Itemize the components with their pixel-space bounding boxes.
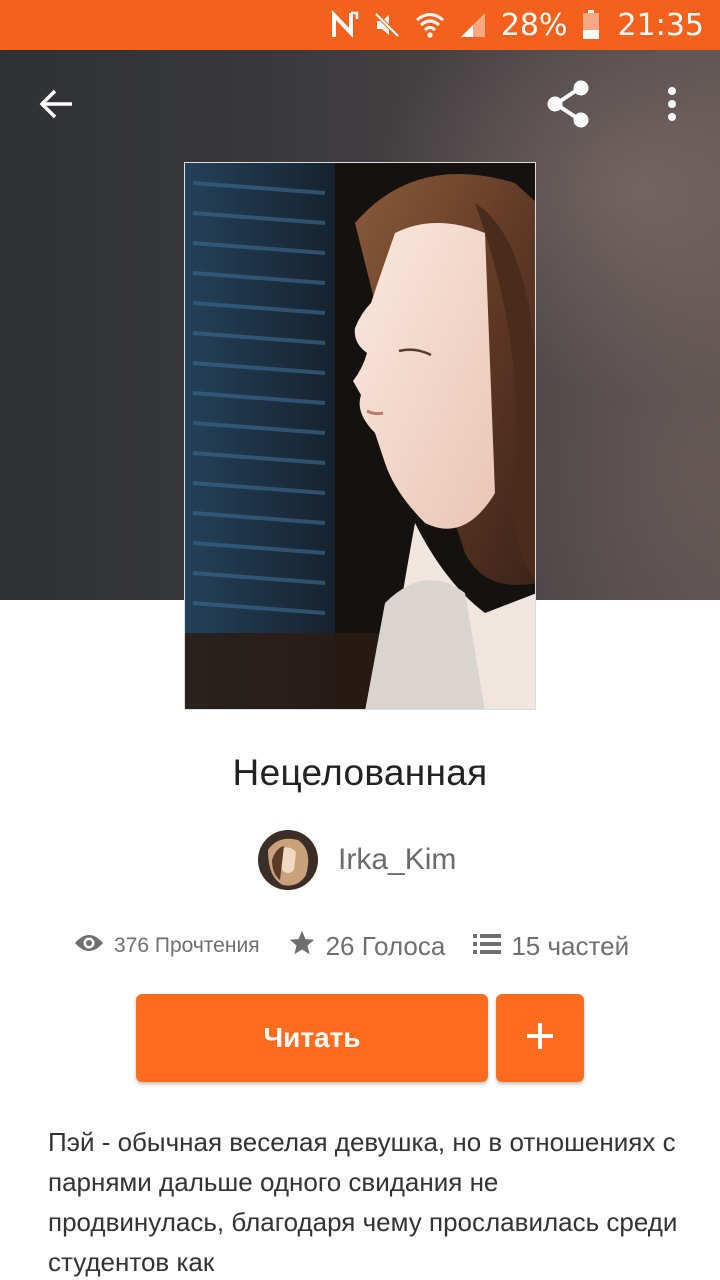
- eye-icon: [74, 933, 104, 959]
- story-cover[interactable]: [184, 162, 536, 710]
- more-options-button[interactable]: [640, 74, 704, 138]
- clock: 21:35: [617, 7, 704, 43]
- read-button[interactable]: Читать: [136, 994, 488, 1082]
- votes-count: 26 Голоса: [325, 930, 446, 961]
- mute-icon: [373, 11, 401, 39]
- cover-illustration: [185, 163, 535, 709]
- reads-count: 376 Прочтения: [114, 934, 260, 957]
- share-button[interactable]: [536, 74, 600, 138]
- avatar: [258, 830, 318, 890]
- back-button[interactable]: [24, 74, 88, 138]
- battery-percent: 28%: [500, 7, 568, 43]
- author-link[interactable]: Irka_Kim: [258, 828, 456, 892]
- wifi-icon: [415, 11, 445, 39]
- more-vertical-icon: [666, 86, 678, 127]
- star-icon: [288, 929, 316, 964]
- share-icon: [543, 79, 593, 134]
- add-to-library-button[interactable]: [496, 994, 584, 1082]
- story-description: Пэй - обычная веселая девушка, но в отно…: [48, 1127, 678, 1277]
- story-stats: 376 Прочтения 26 Голоса 15 частей: [74, 924, 674, 968]
- reads-stat: 376 Прочтения: [74, 933, 260, 959]
- battery-icon: [582, 10, 600, 40]
- read-button-label: Читать: [263, 1022, 361, 1053]
- story-title: Нецелованная: [232, 752, 488, 793]
- back-arrow-icon: [38, 88, 74, 125]
- parts-count: 15 частей: [511, 930, 630, 961]
- votes-stat: 26 Голоса: [288, 929, 446, 964]
- plus-icon: [526, 1022, 554, 1055]
- list-icon: [473, 931, 502, 962]
- signal-icon: [459, 11, 487, 39]
- status-bar: 28% 21:35: [0, 0, 720, 50]
- parts-stat: 15 частей: [473, 931, 629, 962]
- author-name: Irka_Kim: [338, 843, 457, 876]
- nfc-icon: [331, 10, 359, 40]
